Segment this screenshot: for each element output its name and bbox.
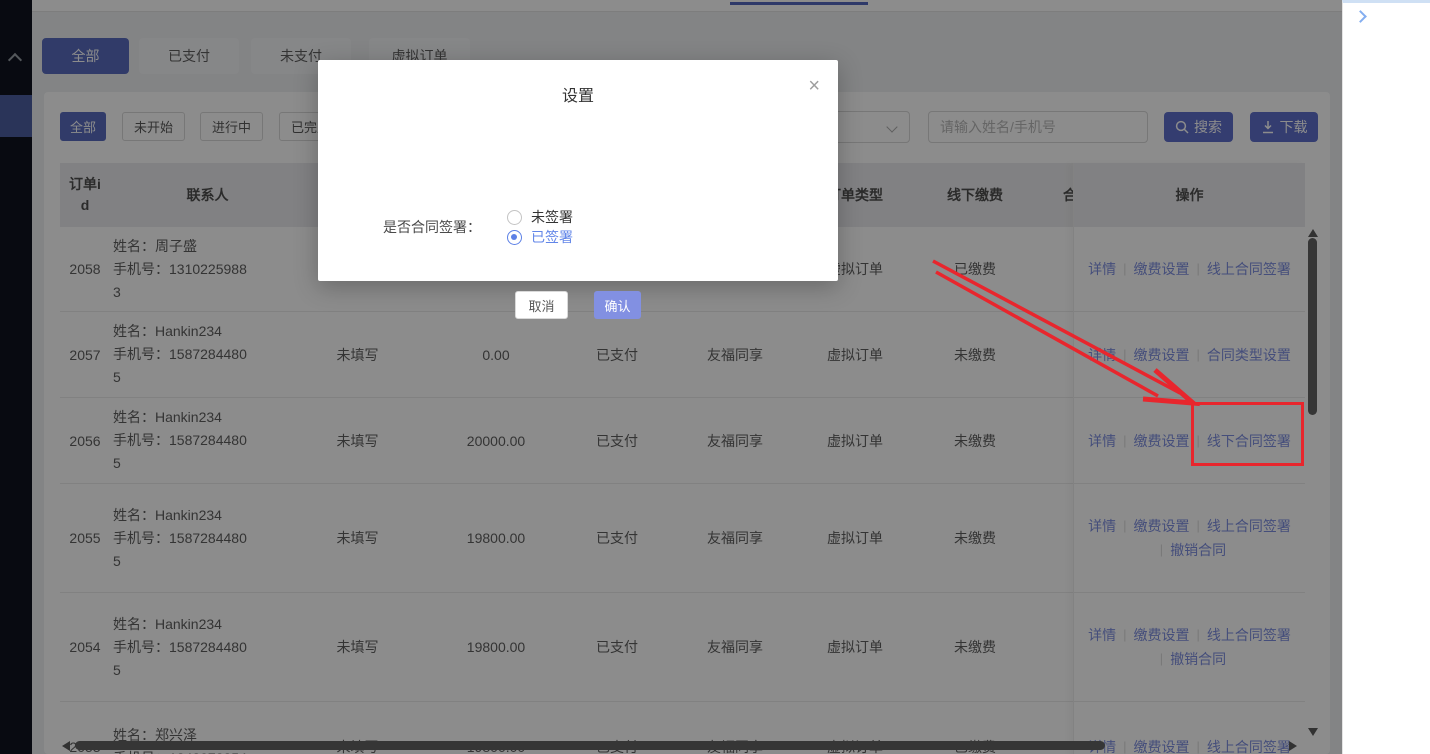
radio-group: 未签署已签署 (507, 207, 615, 247)
radio-label: 已签署 (531, 227, 573, 247)
radio-label: 未签署 (531, 207, 573, 227)
radio-circle-icon (507, 230, 522, 245)
radio-未签署[interactable]: 未签署 (507, 207, 573, 227)
screen: 全部已支付未支付虚拟订单 全部未开始进行中已完成 搜索 下载 订单id 联系人 … (0, 0, 1430, 754)
cancel-button[interactable]: 取消 (515, 291, 568, 319)
right-panel (1342, 0, 1430, 754)
confirm-button[interactable]: 确认 (594, 291, 641, 319)
chevron-right-icon[interactable] (1355, 10, 1365, 22)
contract-sign-field: 是否合同签署： 未签署已签署 (383, 207, 615, 247)
field-label: 是否合同签署： (383, 217, 481, 237)
settings-modal: 设置 × 是否合同签署： 未签署已签署 取消 确认 (318, 60, 838, 281)
modal-footer: 取消 确认 (318, 291, 838, 319)
modal-title: 设置 (318, 82, 838, 106)
radio-circle-icon (507, 210, 522, 225)
radio-已签署[interactable]: 已签署 (507, 227, 573, 247)
close-icon[interactable]: × (808, 76, 820, 96)
